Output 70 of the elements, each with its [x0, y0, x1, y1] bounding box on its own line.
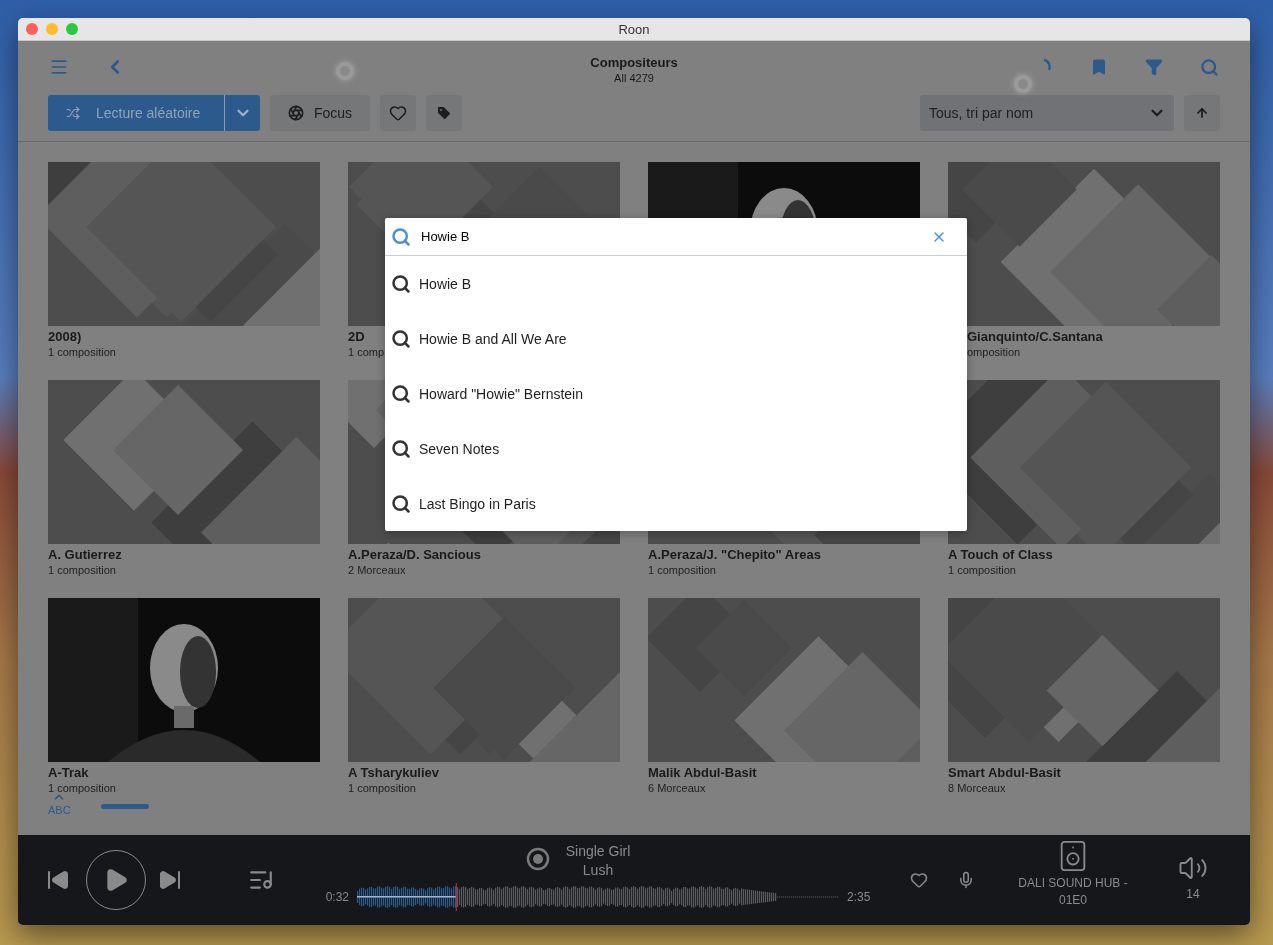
composer-name[interactable]: A.Peraza/D. Sancious: [348, 547, 481, 562]
composition-count: 1 composition: [348, 782, 416, 794]
page-title: Compositeurs: [590, 55, 678, 70]
search-icon: [391, 328, 411, 349]
composer-name[interactable]: A Touch of Class: [948, 547, 1053, 562]
skip-back-icon: [46, 868, 70, 892]
search-icon: [391, 383, 411, 404]
touch-indicator-icon: [1014, 75, 1032, 93]
aperture-icon: [287, 105, 304, 121]
composition-count: 8 Morceaux: [948, 782, 1006, 794]
microphone-icon: [957, 871, 975, 889]
search-suggestion[interactable]: Seven Notes: [385, 421, 967, 476]
page-subtitle: All 4279: [614, 72, 654, 84]
zoom-button[interactable]: [66, 23, 78, 35]
composer-name[interactable]: A Tsharykuliev: [348, 765, 440, 780]
composer-name[interactable]: A. Gutierrez: [48, 547, 122, 562]
search-icon: [391, 226, 411, 247]
composition-count: omposition: [966, 346, 1021, 358]
composition-count: 1 composition: [48, 782, 116, 794]
close-button[interactable]: [26, 23, 38, 35]
search-icon: [391, 438, 411, 459]
search-icon: [391, 493, 411, 514]
touch-indicator-icon: [336, 62, 354, 80]
microphone-button[interactable]: [957, 871, 975, 889]
composer-name[interactable]: A-Trak: [48, 765, 89, 780]
scroll-indicator: [100, 804, 149, 809]
elapsed-time: 0:32: [325, 890, 349, 904]
shuffle-dropdown-button[interactable]: [224, 95, 260, 131]
window-title: Roon: [618, 21, 650, 37]
search-field[interactable]: Howie B: [419, 228, 923, 245]
search-suggestion[interactable]: Howard "Howie" Bernstein: [385, 366, 967, 421]
duration-time: 2:35: [847, 890, 871, 904]
heart-button[interactable]: [910, 871, 928, 889]
radio-icon[interactable]: [526, 847, 550, 871]
search-suggestion[interactable]: Last Bingo in Paris: [385, 476, 967, 531]
composer-name[interactable]: 2D: [348, 329, 365, 344]
favorite-button[interactable]: [380, 95, 416, 131]
composition-count: 1 composition: [48, 564, 116, 576]
previous-button[interactable]: [46, 868, 70, 892]
search-suggestion[interactable]: Howie B: [385, 256, 967, 311]
shuffle-button[interactable]: Lecture aléatoire: [48, 95, 224, 131]
composition-count: 1 comp: [348, 346, 385, 358]
shuffle-icon: [66, 106, 80, 120]
sort-dropdown[interactable]: Tous, tri par nom: [920, 95, 1174, 131]
sort-direction-button[interactable]: [1184, 95, 1220, 131]
search-icon: [391, 273, 411, 294]
waveform[interactable]: [357, 883, 839, 911]
volume-level: 14: [1186, 887, 1200, 901]
composition-count: 1 composition: [48, 346, 116, 358]
composition-count: 1 composition: [648, 564, 716, 576]
skip-forward-icon: [158, 868, 182, 892]
tag-button[interactable]: [426, 95, 462, 131]
focus-button[interactable]: Focus: [270, 95, 370, 131]
tag-icon: [436, 105, 452, 121]
composer-name[interactable]: 2008): [48, 329, 82, 344]
composer-name[interactable]: Smart Abdul-Basit: [948, 765, 1061, 780]
track-artist[interactable]: Lush: [582, 862, 614, 878]
composition-count: 6 Morceaux: [648, 782, 706, 794]
next-button[interactable]: [158, 868, 182, 892]
search-suggestion[interactable]: Howie B and All We Are: [385, 311, 967, 366]
track-title[interactable]: Single Girl: [565, 843, 631, 859]
zone-name[interactable]: DALI SOUND HUB - 01E0: [1013, 875, 1133, 909]
composition-count: 1 composition: [948, 564, 1016, 576]
arrow-up-icon: [1195, 106, 1209, 120]
composer-name[interactable]: A.Peraza/J. "Chepito" Areas: [648, 547, 821, 562]
heart-icon: [910, 871, 928, 889]
composition-count: 2 Morceaux: [348, 564, 406, 576]
heart-icon: [389, 104, 407, 122]
composer-name[interactable]: Malik Abdul-Basit: [648, 765, 757, 780]
search-icon[interactable]: [1198, 56, 1220, 78]
